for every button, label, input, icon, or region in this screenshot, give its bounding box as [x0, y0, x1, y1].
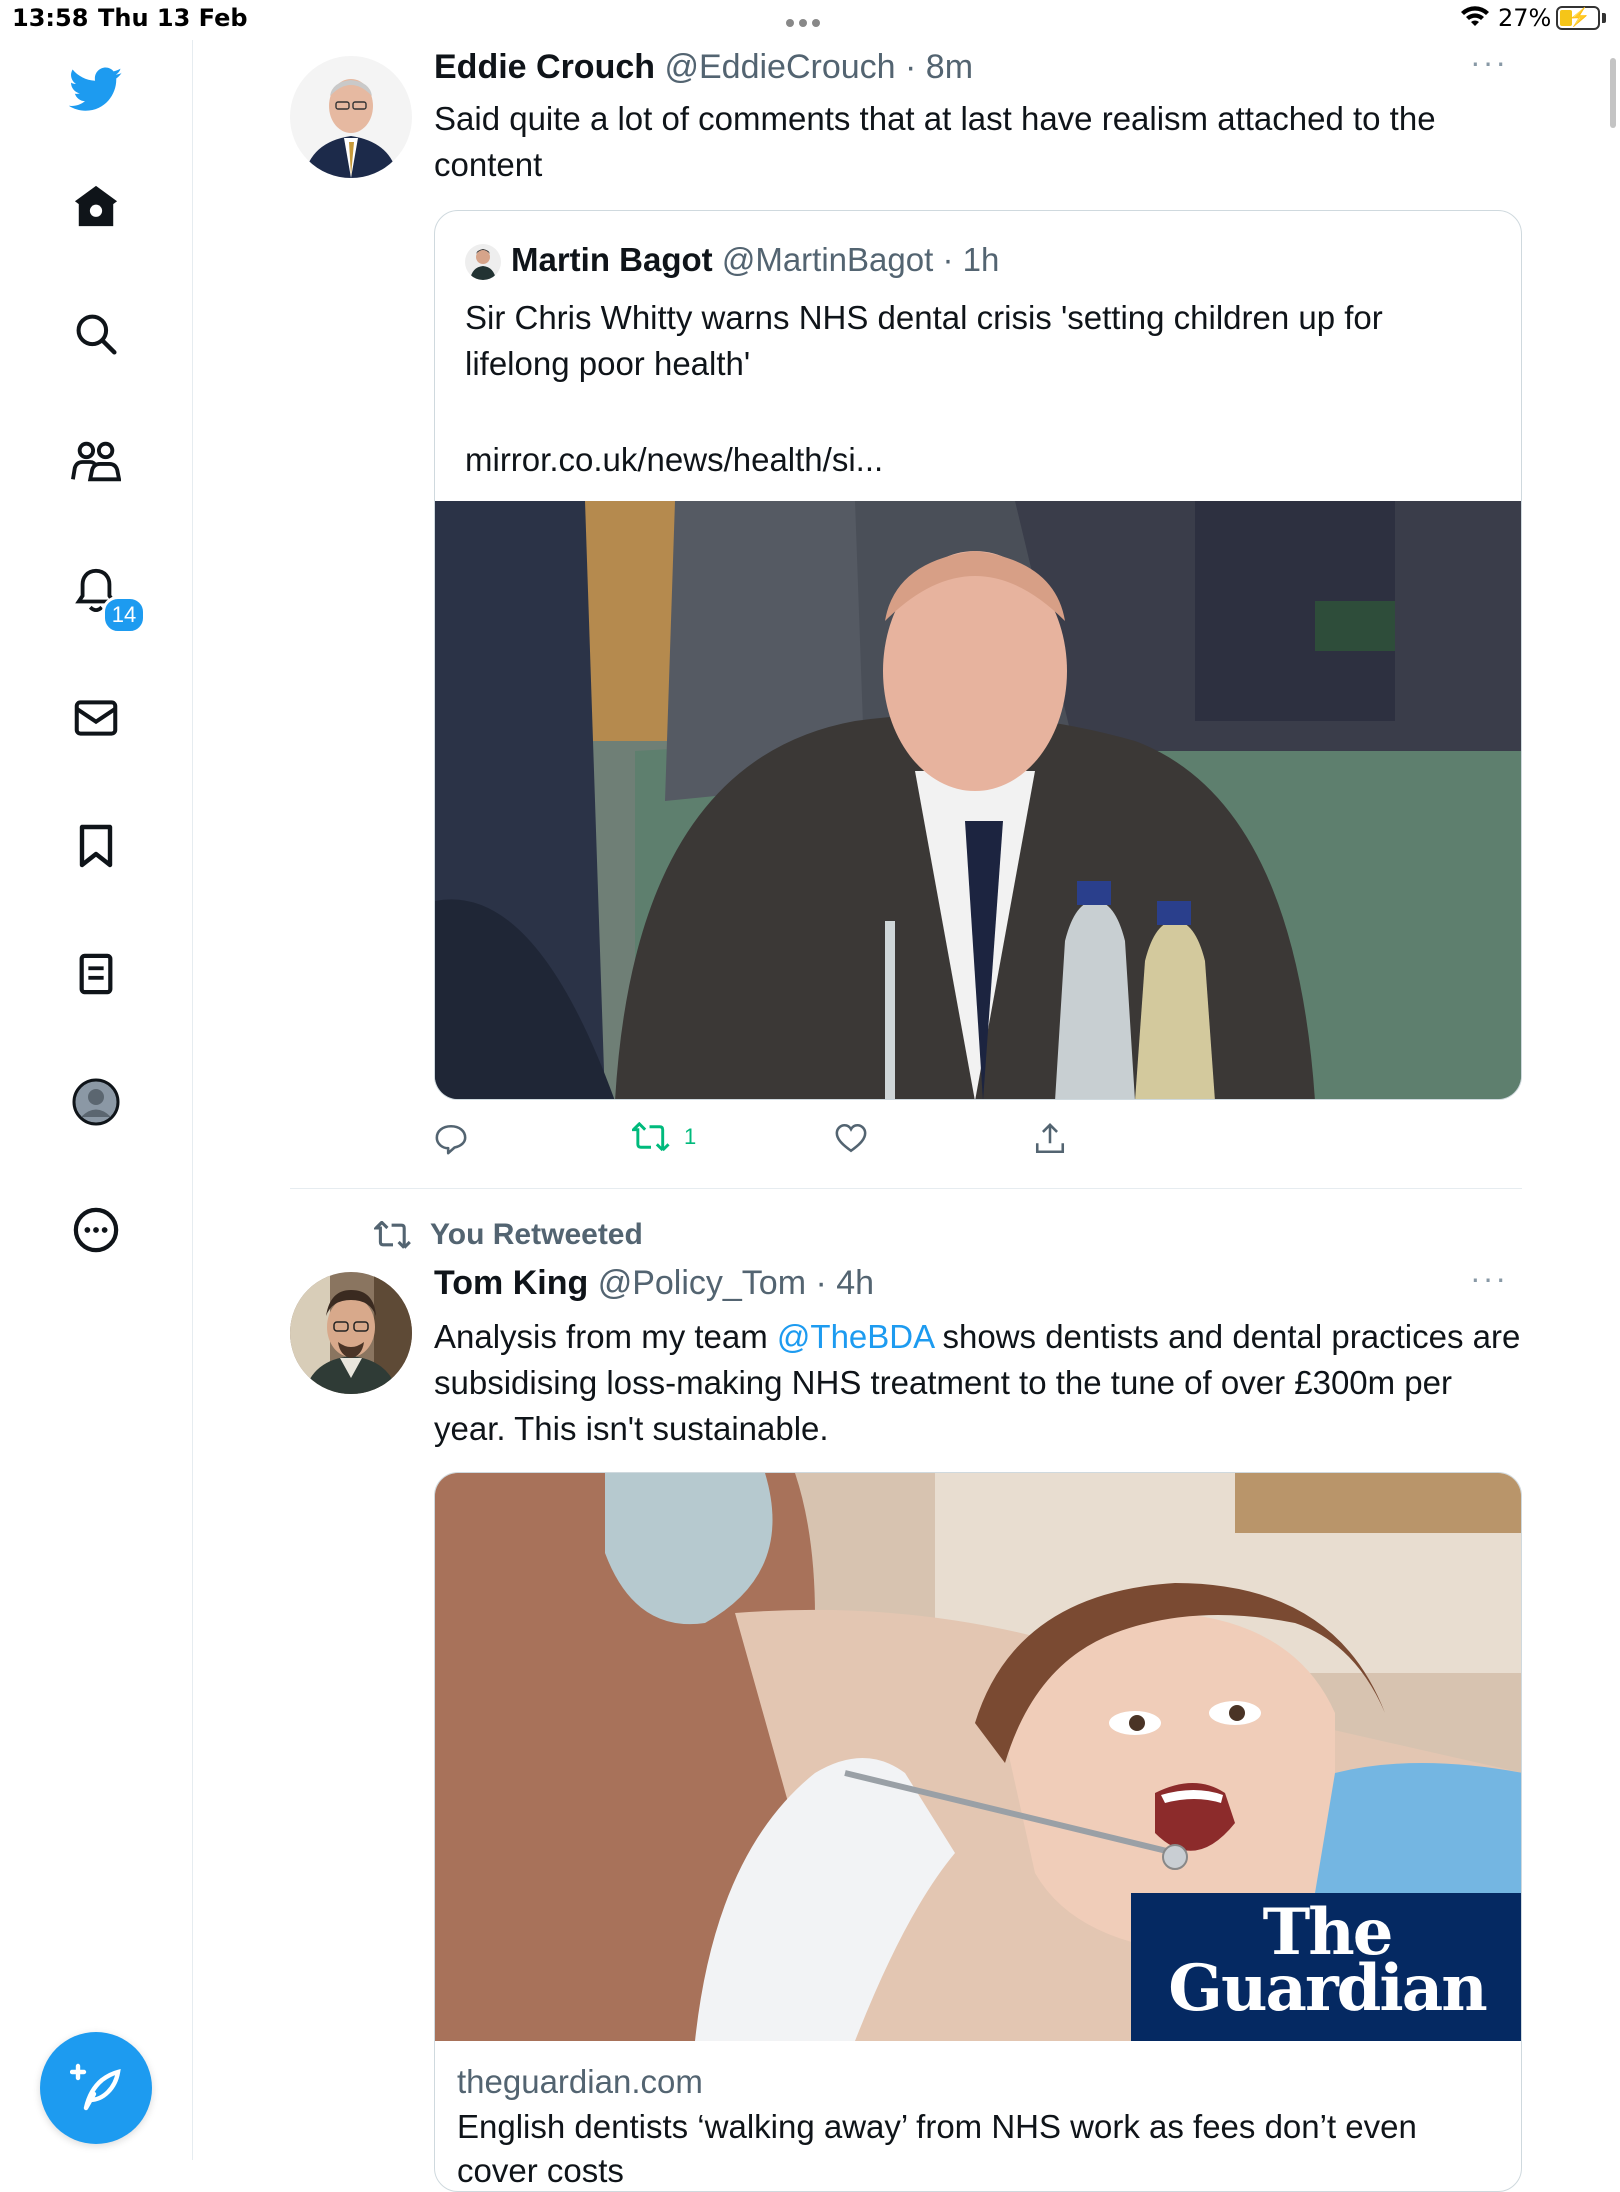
profile-avatar-icon[interactable]: [68, 1074, 124, 1130]
author-handle[interactable]: @EddieCrouch: [664, 48, 895, 86]
compose-tweet-button[interactable]: [40, 2032, 152, 2144]
quote-avatar[interactable]: [465, 244, 501, 281]
retweet-context: You Retweeted: [374, 1218, 643, 1252]
notifications-badge: 14: [102, 596, 146, 634]
status-date: Thu 13 Feb: [98, 4, 248, 32]
share-icon: [1035, 1123, 1065, 1154]
compose-tweet-icon: [70, 2063, 121, 2111]
tweet-actions: 1: [434, 1122, 1434, 1162]
messages-envelope-icon[interactable]: [68, 690, 124, 746]
battery-nub: [1602, 13, 1606, 23]
mention-link[interactable]: @TheBDA: [777, 1318, 933, 1355]
quote-photo[interactable]: [435, 501, 1521, 1099]
author-name[interactable]: Tom King: [434, 1264, 588, 1302]
card-domain: theguardian.com: [457, 2063, 703, 2100]
tweet-text: Said quite a lot of comments that at las…: [434, 100, 1436, 183]
more-options-icon[interactable]: ···: [1470, 44, 1508, 81]
quote-author-handle[interactable]: @MartinBagot: [722, 241, 933, 278]
home-icon[interactable]: [68, 178, 124, 234]
author-name[interactable]: Eddie Crouch: [434, 48, 655, 86]
multitasking-dots-icon[interactable]: [786, 14, 825, 32]
guardian-logo: The Guardian: [1131, 1893, 1521, 2041]
reply-button[interactable]: [434, 1122, 468, 1156]
tweet-text-part: Analysis from my team: [434, 1318, 777, 1355]
retweet-icon: [374, 1221, 411, 1249]
link-card[interactable]: The Guardian theguardian.com English den…: [434, 1472, 1522, 2192]
heart-icon: [835, 1123, 867, 1153]
lists-icon[interactable]: [68, 946, 124, 1002]
wifi-icon: [1461, 6, 1489, 26]
scrollbar[interactable]: [1610, 58, 1616, 128]
card-photo[interactable]: The Guardian: [435, 1473, 1521, 2041]
battery-percent: 27%: [1498, 4, 1552, 32]
retweet-button[interactable]: 1: [632, 1122, 696, 1152]
tweet-time[interactable]: · 4h: [816, 1264, 875, 1302]
tweet-divider: [290, 1188, 1522, 1189]
guardian-logo-line2: Guardian: [1168, 1951, 1487, 2026]
quoted-tweet[interactable]: Martin Bagot @MartinBagot · 1h Sir Chris…: [434, 210, 1522, 1100]
share-button[interactable]: [1034, 1122, 1066, 1156]
sidebar-nav: 14: [0, 40, 193, 2160]
communities-icon[interactable]: [68, 434, 124, 490]
retweet-label[interactable]: You Retweeted: [430, 1218, 643, 1252]
tweet-time[interactable]: · 8m: [905, 48, 973, 86]
retweet-count: 1: [684, 1124, 697, 1149]
retweet-icon: [632, 1122, 670, 1152]
like-button[interactable]: [834, 1122, 868, 1154]
more-circle-icon[interactable]: [68, 1202, 124, 1258]
status-bar: 13:58 Thu 13 Feb 27% ⚡: [0, 0, 1620, 40]
reply-icon: [435, 1124, 467, 1155]
more-options-icon[interactable]: ···: [1470, 1260, 1508, 1297]
tweet-header: Tom King @Policy_Tom · 4h: [434, 1264, 874, 1303]
twitter-bird-icon[interactable]: [68, 62, 124, 118]
avatar[interactable]: [290, 1272, 412, 1394]
card-title: English dentists ‘walking away’ from NHS…: [457, 2108, 1417, 2189]
author-handle[interactable]: @Policy_Tom: [598, 1264, 806, 1302]
quote-header: Martin Bagot @MartinBagot · 1h: [465, 241, 999, 281]
quote-link[interactable]: mirror.co.uk/news/health/si...: [465, 441, 883, 479]
quote-text: Sir Chris Whitty warns NHS dental crisis…: [465, 299, 1383, 382]
tweet-header: Eddie Crouch @EddieCrouch · 8m: [434, 48, 973, 87]
tweet-text: Analysis from my team @TheBDA shows dent…: [434, 1314, 1524, 1452]
search-icon[interactable]: [68, 306, 124, 362]
avatar[interactable]: [290, 56, 412, 178]
quote-author-name[interactable]: Martin Bagot: [511, 241, 713, 278]
quote-time[interactable]: · 1h: [942, 241, 999, 278]
bookmark-icon[interactable]: [68, 818, 124, 874]
battery-charging-icon: ⚡: [1556, 6, 1600, 30]
status-time: 13:58: [12, 4, 89, 32]
